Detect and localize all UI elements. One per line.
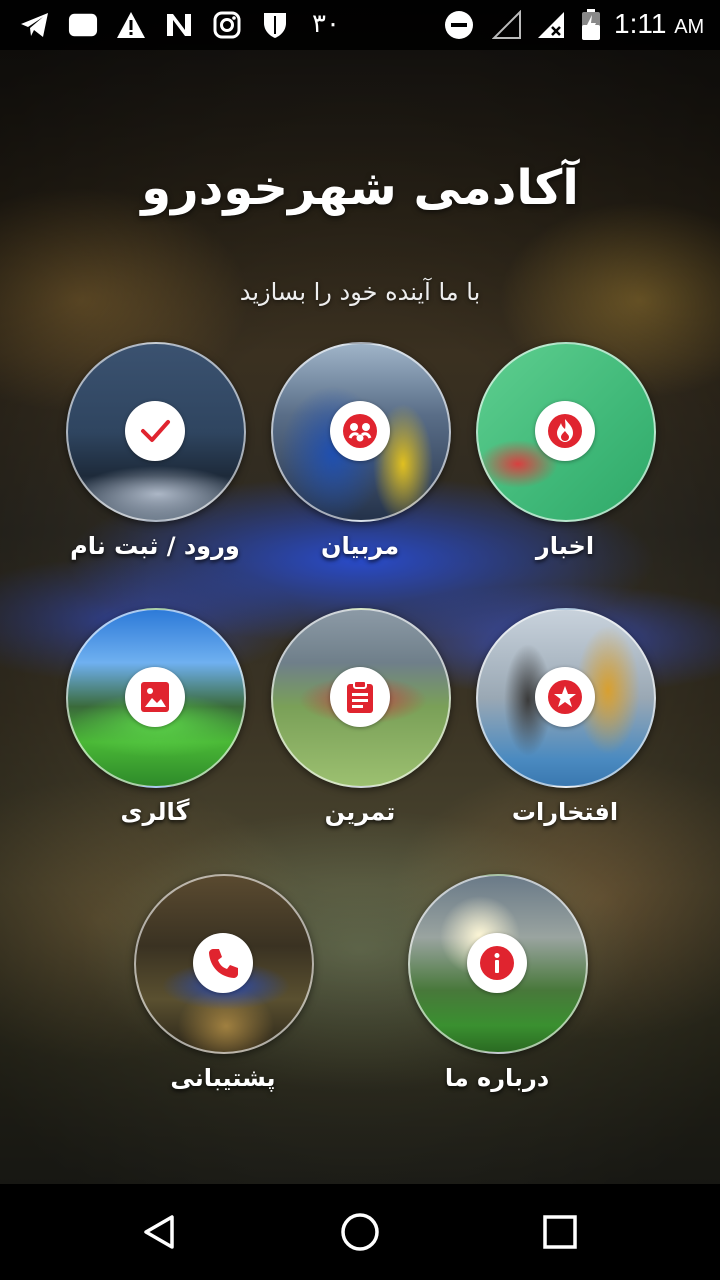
page-subtitle: با ما آینده خود را بسازید [239, 278, 481, 306]
menu-label-training: تمرین [324, 798, 396, 826]
menu-label-coaches: مربیان [320, 532, 400, 560]
menu-item-honors[interactable]: افتخارات [465, 608, 665, 848]
page-title: آکادمی شهرخودرو [141, 160, 579, 216]
menu-label-login: ورود / ثبت نام [70, 532, 240, 560]
signal-empty-icon [492, 10, 522, 40]
menu-label-news: اخبار [535, 532, 595, 560]
warning-icon [116, 10, 146, 40]
menu-item-gallery[interactable]: گالری [55, 608, 255, 848]
menu-item-training[interactable]: تمرین [260, 608, 460, 848]
back-icon[interactable] [135, 1207, 185, 1257]
menu-label-honors: افتخارات [511, 798, 619, 826]
menu-item-support[interactable]: پشتیبانی [123, 874, 323, 1114]
instagram-icon [212, 10, 242, 40]
n-app-icon [164, 10, 194, 40]
home-icon[interactable] [335, 1207, 385, 1257]
menu-item-about[interactable]: درباره ما [397, 874, 597, 1114]
dnd-icon [444, 10, 474, 40]
info-icon [467, 933, 527, 993]
status-digit: ۳۰ [312, 8, 340, 38]
phone-icon [193, 933, 253, 993]
status-time: 1:11 [614, 8, 667, 39]
star-icon [535, 667, 595, 727]
battery-charging-icon [576, 9, 606, 40]
notification-icon [68, 10, 98, 40]
gallery-icon [125, 667, 185, 727]
screen: ۳۰ 1:11 AM آکادمی شهرخودرو با ما آینده خ… [0, 0, 720, 1280]
menu-item-login[interactable]: ورود / ثبت نام [55, 342, 255, 582]
status-bar: ۳۰ 1:11 AM [0, 0, 720, 50]
telegram-icon [20, 10, 50, 40]
check-icon [125, 401, 185, 461]
menu-label-gallery: گالری [120, 798, 190, 826]
coaches-icon [330, 401, 390, 461]
menu-label-support: پشتیبانی [170, 1064, 276, 1092]
navigation-bar [0, 1184, 720, 1280]
signal-x-icon [536, 10, 566, 40]
flame-icon [535, 401, 595, 461]
menu-item-coaches[interactable]: مربیان [260, 342, 460, 582]
menu-item-news[interactable]: اخبار [465, 342, 665, 582]
recents-icon[interactable] [535, 1207, 585, 1257]
shield-icon [260, 10, 290, 40]
clipboard-icon [330, 667, 390, 727]
menu-label-about: درباره ما [444, 1064, 550, 1092]
status-ampm: AM [674, 16, 705, 38]
